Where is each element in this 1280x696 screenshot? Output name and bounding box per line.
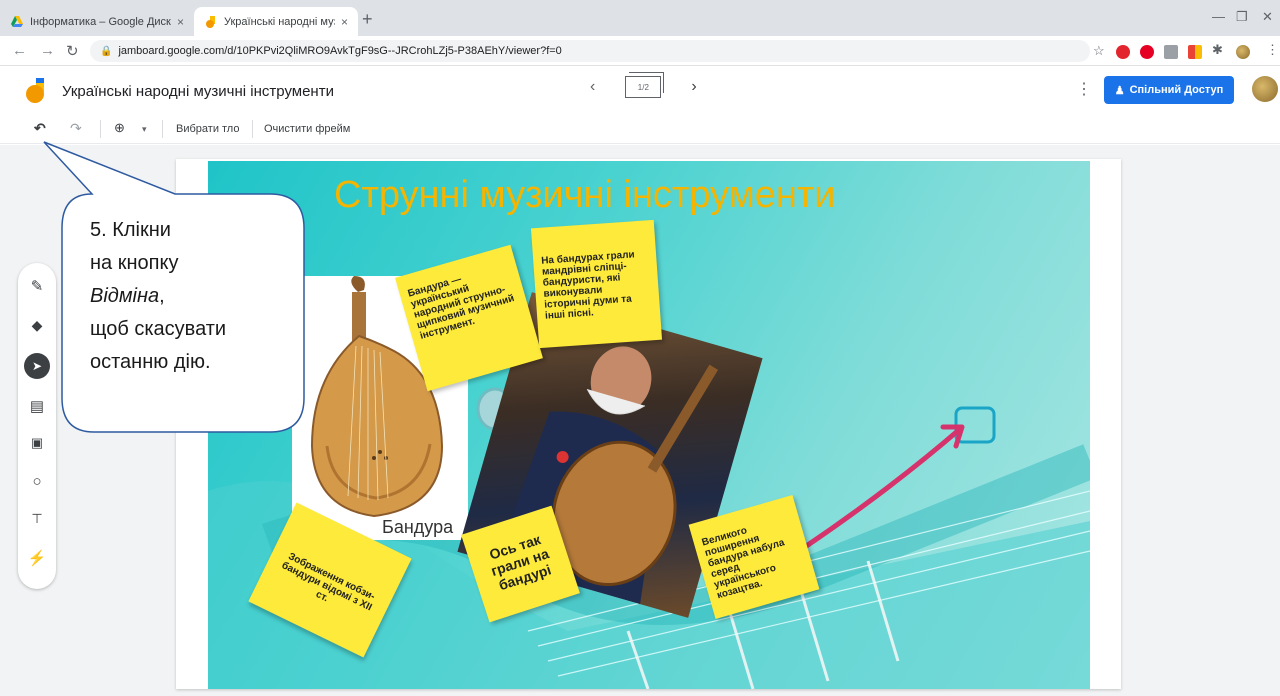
reload-icon[interactable]: ↻ (66, 42, 79, 60)
share-label: Спільний Доступ (1129, 84, 1224, 96)
back-icon[interactable]: ← (12, 42, 27, 59)
restore-icon[interactable]: ❐ (1236, 9, 1248, 25)
browser-tab-strip: Інформатика – Google Диск × Українські н… (0, 0, 1280, 36)
url-field[interactable]: 🔒 jamboard.google.com/d/10PKPvi2QliMRO9A… (90, 40, 1090, 62)
frame-counter: 1/2 (637, 82, 649, 92)
set-background-button[interactable]: Вибрати тло (176, 123, 239, 135)
bandura-caption[interactable]: Бандура (382, 517, 453, 538)
document-title[interactable]: Українські народні музичні інструменти (62, 83, 334, 100)
callout-line: щоб скасувати (90, 318, 227, 340)
eraser-icon[interactable]: ◆ (18, 317, 56, 334)
divider (162, 120, 163, 138)
image-icon[interactable]: ▣ (18, 435, 56, 451)
side-tool-panel: ✎ ◆ ➤ ▤ ▣ ○ ⊤ ⚡ (18, 263, 56, 589)
minimize-icon[interactable]: — (1212, 9, 1225, 24)
text-box-icon[interactable]: ⊤ (18, 511, 56, 527)
laser-icon[interactable]: ⚡ (18, 549, 56, 567)
redo-icon[interactable]: ↷ (70, 120, 82, 137)
callout-line: на кнопку (90, 252, 179, 274)
frame-navigator: ‹ 1/2 › (590, 72, 697, 98)
google-drive-icon (11, 15, 23, 27)
slide-title[interactable]: Струнні музичні інструменти (334, 174, 836, 217)
callout-line: 5. Клікни (90, 219, 171, 241)
zoom-icon[interactable]: ⊕ (114, 120, 125, 136)
sticky-note[interactable]: На бандурах грали мандрівні сліпці-банду… (530, 219, 663, 349)
zoom-dropdown-icon[interactable]: ▾ (142, 124, 147, 135)
pen-icon[interactable]: ✎ (18, 277, 56, 295)
divider (252, 120, 253, 138)
forward-icon[interactable]: → (40, 42, 55, 59)
previous-frame-icon[interactable]: ‹ (590, 78, 595, 96)
close-tab-icon[interactable]: × (341, 15, 348, 29)
address-bar-row: ← → ↻ 🔒 jamboard.google.com/d/10PKPvi2Ql… (0, 36, 1280, 66)
divider (100, 120, 101, 138)
close-window-icon[interactable]: ✕ (1262, 9, 1273, 25)
share-button[interactable]: ♟ Спільний Доступ (1104, 76, 1234, 104)
pinterest-extension-icon[interactable] (1140, 45, 1154, 59)
callout-comma: , (159, 285, 165, 307)
close-tab-icon[interactable]: × (177, 15, 184, 29)
frame-bar-button[interactable]: 1/2 (625, 72, 665, 98)
undo-icon[interactable]: ↶ (34, 120, 46, 137)
tab-google-drive[interactable]: Інформатика – Google Диск × (0, 7, 194, 36)
person-icon: ♟ (1114, 84, 1125, 97)
tab-title: Українські народні музичні інст (224, 15, 335, 28)
instruction-callout-text: 5. Клікни на кнопку Відміна, щоб скасува… (90, 214, 300, 379)
callout-line: Відміна, (90, 280, 300, 313)
browser-menu-icon[interactable]: ⋮ (1266, 42, 1279, 58)
extensions-puzzle-icon[interactable]: ✱ (1212, 42, 1226, 57)
more-options-icon[interactable]: ⋮ (1076, 79, 1092, 99)
callout-line: останню дію. (90, 351, 211, 373)
sticky-note-icon[interactable]: ▤ (18, 397, 56, 415)
next-frame-icon[interactable]: › (691, 78, 696, 96)
avatar[interactable] (1252, 76, 1278, 102)
pdf-extension-icon[interactable] (1164, 45, 1178, 59)
clear-frame-button[interactable]: Очистити фрейм (264, 123, 350, 135)
circle-shape-icon[interactable]: ○ (18, 473, 56, 490)
profile-avatar-icon[interactable] (1236, 45, 1250, 59)
flag-extension-icon[interactable] (1188, 45, 1202, 59)
app-header: Українські народні музичні інструменти ‹… (0, 66, 1280, 114)
lock-icon: 🔒 (100, 45, 113, 57)
select-pointer-icon[interactable]: ➤ (24, 353, 50, 379)
url-text: jamboard.google.com/d/10PKPvi2QliMRO9Avk… (118, 45, 562, 57)
opera-extension-icon[interactable] (1116, 45, 1130, 59)
new-tab-button[interactable]: + (362, 9, 373, 30)
jamboard-icon (206, 15, 215, 28)
bookmark-star-icon[interactable]: ☆ (1093, 43, 1105, 59)
callout-emphasis: Відміна (90, 285, 160, 307)
jamboard-toolbar: ↶ ↷ ⊕ ▾ Вибрати тло Очистити фрейм (0, 114, 1280, 144)
tab-jamboard[interactable]: Українські народні музичні інст × (194, 7, 358, 36)
tab-title: Інформатика – Google Диск (30, 15, 171, 28)
jamboard-logo-icon[interactable] (24, 78, 48, 104)
